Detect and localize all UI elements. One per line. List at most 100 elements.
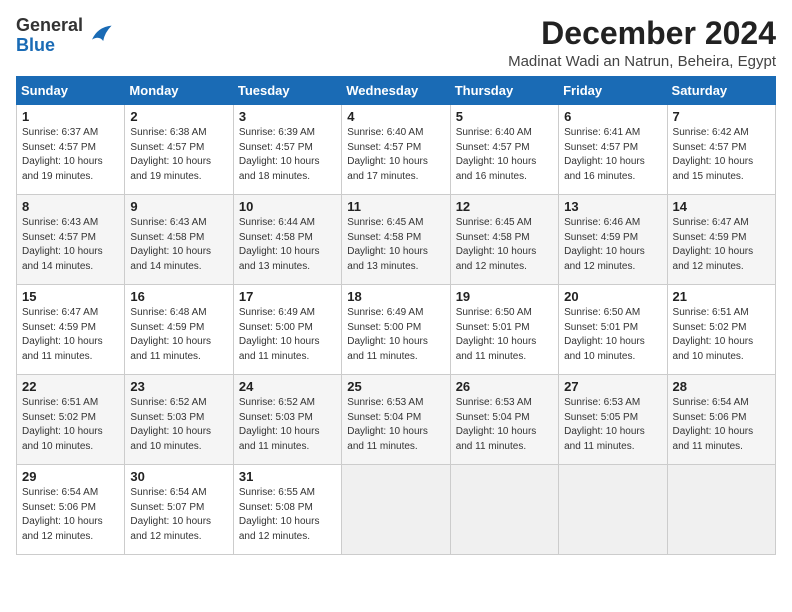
empty-cell <box>559 465 667 555</box>
day-number: 8 <box>22 199 119 214</box>
day-number: 11 <box>347 199 444 214</box>
day-info: Sunrise: 6:52 AM Sunset: 5:03 PM Dayligh… <box>239 396 336 454</box>
day-cell: 31 Sunrise: 6:55 AM Sunset: 5:08 PM Dayl… <box>233 465 341 555</box>
day-cell: 27 Sunrise: 6:53 AM Sunset: 5:05 PM Dayl… <box>559 375 667 465</box>
day-number: 12 <box>456 199 553 214</box>
day-number: 25 <box>347 379 444 394</box>
day-number: 20 <box>564 289 661 304</box>
day-cell: 28 Sunrise: 6:54 AM Sunset: 5:06 PM Dayl… <box>667 375 775 465</box>
day-number: 16 <box>130 289 227 304</box>
day-number: 27 <box>564 379 661 394</box>
day-cell: 15 Sunrise: 6:47 AM Sunset: 4:59 PM Dayl… <box>17 285 125 375</box>
calendar-table: Sunday Monday Tuesday Wednesday Thursday… <box>16 76 776 555</box>
day-number: 28 <box>673 379 770 394</box>
day-info: Sunrise: 6:49 AM Sunset: 5:00 PM Dayligh… <box>347 306 444 364</box>
day-info: Sunrise: 6:45 AM Sunset: 4:58 PM Dayligh… <box>347 216 444 274</box>
col-friday: Friday <box>559 77 667 105</box>
day-cell: 3 Sunrise: 6:39 AM Sunset: 4:57 PM Dayli… <box>233 105 341 195</box>
day-info: Sunrise: 6:41 AM Sunset: 4:57 PM Dayligh… <box>564 126 661 184</box>
day-cell: 1 Sunrise: 6:37 AM Sunset: 4:57 PM Dayli… <box>17 105 125 195</box>
day-cell: 11 Sunrise: 6:45 AM Sunset: 4:58 PM Dayl… <box>342 195 450 285</box>
col-monday: Monday <box>125 77 233 105</box>
day-info: Sunrise: 6:47 AM Sunset: 4:59 PM Dayligh… <box>22 306 119 364</box>
day-info: Sunrise: 6:44 AM Sunset: 4:58 PM Dayligh… <box>239 216 336 274</box>
day-info: Sunrise: 6:47 AM Sunset: 4:59 PM Dayligh… <box>673 216 770 274</box>
day-info: Sunrise: 6:37 AM Sunset: 4:57 PM Dayligh… <box>22 126 119 184</box>
day-cell: 8 Sunrise: 6:43 AM Sunset: 4:57 PM Dayli… <box>17 195 125 285</box>
logo: General Blue <box>16 16 113 56</box>
empty-cell <box>667 465 775 555</box>
day-number: 3 <box>239 109 336 124</box>
day-info: Sunrise: 6:40 AM Sunset: 4:57 PM Dayligh… <box>456 126 553 184</box>
day-cell: 2 Sunrise: 6:38 AM Sunset: 4:57 PM Dayli… <box>125 105 233 195</box>
day-number: 23 <box>130 379 227 394</box>
day-info: Sunrise: 6:54 AM Sunset: 5:06 PM Dayligh… <box>22 486 119 544</box>
day-cell: 10 Sunrise: 6:44 AM Sunset: 4:58 PM Dayl… <box>233 195 341 285</box>
calendar-row: 15 Sunrise: 6:47 AM Sunset: 4:59 PM Dayl… <box>17 285 776 375</box>
calendar-row: 22 Sunrise: 6:51 AM Sunset: 5:02 PM Dayl… <box>17 375 776 465</box>
day-info: Sunrise: 6:40 AM Sunset: 4:57 PM Dayligh… <box>347 126 444 184</box>
day-number: 21 <box>673 289 770 304</box>
calendar-row: 8 Sunrise: 6:43 AM Sunset: 4:57 PM Dayli… <box>17 195 776 285</box>
day-number: 6 <box>564 109 661 124</box>
logo-bird-icon <box>85 20 113 48</box>
day-info: Sunrise: 6:51 AM Sunset: 5:02 PM Dayligh… <box>22 396 119 454</box>
day-number: 15 <box>22 289 119 304</box>
day-number: 24 <box>239 379 336 394</box>
col-saturday: Saturday <box>667 77 775 105</box>
col-wednesday: Wednesday <box>342 77 450 105</box>
day-number: 1 <box>22 109 119 124</box>
day-cell: 13 Sunrise: 6:46 AM Sunset: 4:59 PM Dayl… <box>559 195 667 285</box>
day-info: Sunrise: 6:55 AM Sunset: 5:08 PM Dayligh… <box>239 486 336 544</box>
day-info: Sunrise: 6:53 AM Sunset: 5:04 PM Dayligh… <box>347 396 444 454</box>
day-info: Sunrise: 6:50 AM Sunset: 5:01 PM Dayligh… <box>456 306 553 364</box>
day-number: 2 <box>130 109 227 124</box>
day-cell: 5 Sunrise: 6:40 AM Sunset: 4:57 PM Dayli… <box>450 105 558 195</box>
day-number: 22 <box>22 379 119 394</box>
empty-cell <box>342 465 450 555</box>
day-info: Sunrise: 6:53 AM Sunset: 5:04 PM Dayligh… <box>456 396 553 454</box>
day-cell: 20 Sunrise: 6:50 AM Sunset: 5:01 PM Dayl… <box>559 285 667 375</box>
day-info: Sunrise: 6:54 AM Sunset: 5:06 PM Dayligh… <box>673 396 770 454</box>
day-number: 13 <box>564 199 661 214</box>
day-info: Sunrise: 6:49 AM Sunset: 5:00 PM Dayligh… <box>239 306 336 364</box>
empty-cell <box>450 465 558 555</box>
day-number: 9 <box>130 199 227 214</box>
day-number: 17 <box>239 289 336 304</box>
day-cell: 21 Sunrise: 6:51 AM Sunset: 5:02 PM Dayl… <box>667 285 775 375</box>
day-info: Sunrise: 6:43 AM Sunset: 4:58 PM Dayligh… <box>130 216 227 274</box>
col-sunday: Sunday <box>17 77 125 105</box>
logo-blue: Blue <box>16 35 55 55</box>
calendar-subtitle: Madinat Wadi an Natrun, Beheira, Egypt <box>508 53 776 70</box>
col-thursday: Thursday <box>450 77 558 105</box>
day-cell: 22 Sunrise: 6:51 AM Sunset: 5:02 PM Dayl… <box>17 375 125 465</box>
logo-text: General Blue <box>16 16 83 56</box>
logo-general: General <box>16 15 83 35</box>
calendar-row: 1 Sunrise: 6:37 AM Sunset: 4:57 PM Dayli… <box>17 105 776 195</box>
calendar-header: General Blue December 2024 Madinat Wadi … <box>16 16 776 70</box>
day-number: 19 <box>456 289 553 304</box>
day-info: Sunrise: 6:53 AM Sunset: 5:05 PM Dayligh… <box>564 396 661 454</box>
day-info: Sunrise: 6:52 AM Sunset: 5:03 PM Dayligh… <box>130 396 227 454</box>
day-info: Sunrise: 6:45 AM Sunset: 4:58 PM Dayligh… <box>456 216 553 274</box>
day-cell: 29 Sunrise: 6:54 AM Sunset: 5:06 PM Dayl… <box>17 465 125 555</box>
day-info: Sunrise: 6:42 AM Sunset: 4:57 PM Dayligh… <box>673 126 770 184</box>
day-number: 14 <box>673 199 770 214</box>
day-number: 30 <box>130 469 227 484</box>
day-number: 18 <box>347 289 444 304</box>
title-block: December 2024 Madinat Wadi an Natrun, Be… <box>508 16 776 70</box>
calendar-title: December 2024 <box>508 16 776 51</box>
day-cell: 23 Sunrise: 6:52 AM Sunset: 5:03 PM Dayl… <box>125 375 233 465</box>
day-cell: 14 Sunrise: 6:47 AM Sunset: 4:59 PM Dayl… <box>667 195 775 285</box>
day-cell: 12 Sunrise: 6:45 AM Sunset: 4:58 PM Dayl… <box>450 195 558 285</box>
day-cell: 6 Sunrise: 6:41 AM Sunset: 4:57 PM Dayli… <box>559 105 667 195</box>
col-tuesday: Tuesday <box>233 77 341 105</box>
day-number: 29 <box>22 469 119 484</box>
day-cell: 26 Sunrise: 6:53 AM Sunset: 5:04 PM Dayl… <box>450 375 558 465</box>
day-info: Sunrise: 6:43 AM Sunset: 4:57 PM Dayligh… <box>22 216 119 274</box>
day-cell: 7 Sunrise: 6:42 AM Sunset: 4:57 PM Dayli… <box>667 105 775 195</box>
day-cell: 24 Sunrise: 6:52 AM Sunset: 5:03 PM Dayl… <box>233 375 341 465</box>
day-cell: 17 Sunrise: 6:49 AM Sunset: 5:00 PM Dayl… <box>233 285 341 375</box>
day-info: Sunrise: 6:50 AM Sunset: 5:01 PM Dayligh… <box>564 306 661 364</box>
day-info: Sunrise: 6:38 AM Sunset: 4:57 PM Dayligh… <box>130 126 227 184</box>
